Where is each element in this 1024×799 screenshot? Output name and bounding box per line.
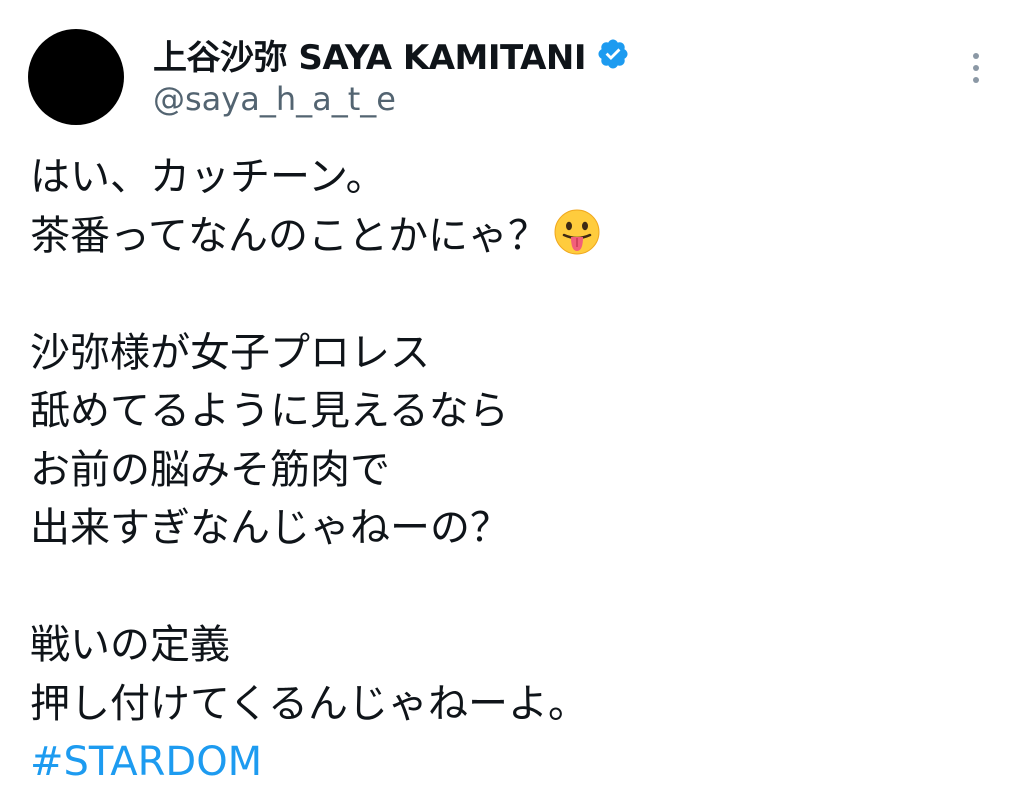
tweet-line: 茶番ってなんのことかにゃ？ <box>30 212 548 259</box>
tweet-line: お前の脳みそ筋肉で <box>30 446 390 493</box>
tweet-line: 舐めてるように見えるなら <box>30 388 509 434</box>
tweet-line: 沙弥様が女子プロレス <box>30 329 430 376</box>
tweet-line: 押し付けてくるんじゃねーよ。 <box>30 680 588 727</box>
tweet-line: 出来すぎなんじゃねーの？ <box>30 505 510 551</box>
tongue-out-face-emoji-icon <box>554 209 600 254</box>
tweet-text: はい、カッチーン。 茶番ってなんのことかにゃ？ 沙弥様が女子プロレス 舐めてるよ… <box>30 148 990 792</box>
hashtag-link[interactable]: #STARDOM <box>30 739 262 785</box>
verified-badge-icon <box>598 39 628 69</box>
tweet: 上谷沙弥 SAYA KAMITANI @saya_h_a_t_e はい、カッチー… <box>0 0 1024 799</box>
author-handle[interactable]: @saya_h_a_t_e <box>153 80 396 118</box>
more-vertical-icon[interactable] <box>956 46 996 90</box>
tweet-line: はい、カッチーン。 <box>30 154 386 200</box>
hashtag-line: #STARDOM <box>30 733 990 792</box>
tweet-line: 戦いの定義 <box>30 622 230 668</box>
tweet-line-with-emoji: 茶番ってなんのことかにゃ？ <box>30 207 990 266</box>
author-name-row: 上谷沙弥 SAYA KAMITANI <box>153 30 630 78</box>
avatar[interactable] <box>28 29 124 125</box>
display-name[interactable]: 上谷沙弥 SAYA KAMITANI <box>153 30 587 79</box>
